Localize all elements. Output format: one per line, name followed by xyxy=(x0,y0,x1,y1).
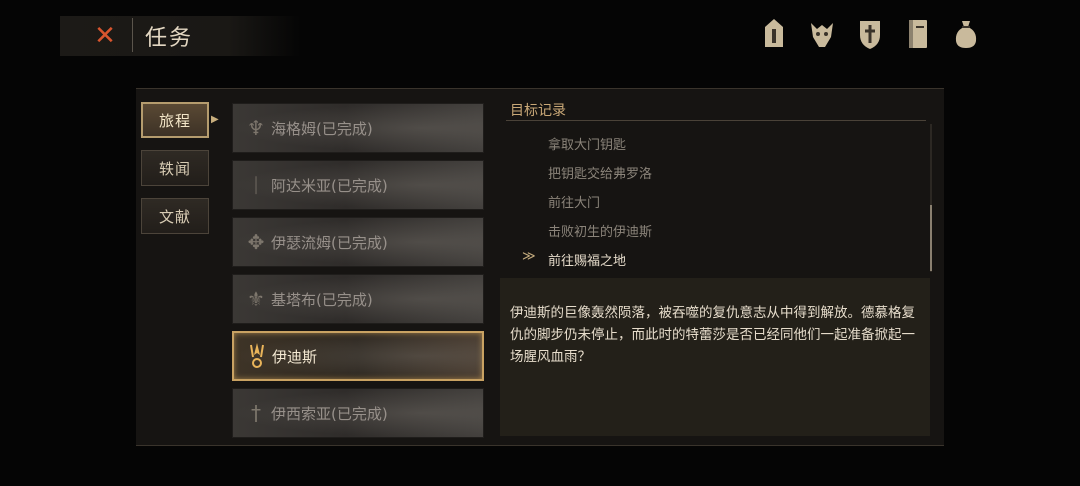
objectives-title: 目标记录 xyxy=(510,103,566,119)
quest-description-box: 伊迪斯的巨像轰然陨落，被吞噬的复仇意志从中得到解放。德慕格复仇的脚步仍未停止，而… xyxy=(500,278,930,436)
page-title: 任务 xyxy=(145,26,194,51)
quest-label: 伊迪斯 xyxy=(272,347,318,366)
top-menu-icons xyxy=(760,16,980,52)
flame-ring-icon xyxy=(242,336,272,376)
close-x-icon: ✕ xyxy=(94,21,116,51)
active-tab-arrow-icon: ▶ xyxy=(211,114,219,125)
tab-label: 文献 xyxy=(158,207,191,226)
winged-axe-icon: ✥ xyxy=(247,230,265,254)
sword-emblem-icon: † xyxy=(251,401,261,425)
shield-emblem-icon[interactable] xyxy=(856,16,884,52)
quest-description: 伊迪斯的巨像轰然陨落，被吞噬的复仇意志从中得到解放。德慕格复仇的脚步仍未停止，而… xyxy=(510,305,915,365)
journal-icon[interactable] xyxy=(904,16,932,52)
beast-skull-icon[interactable] xyxy=(808,16,836,52)
quest-item[interactable]: ♆ 海格姆(已完成) xyxy=(232,103,484,153)
blade-icon: ᛁ xyxy=(250,173,262,197)
quest-item[interactable]: † 伊西索亚(已完成) xyxy=(232,388,484,438)
close-button[interactable]: ✕ xyxy=(88,22,122,50)
objective-item-current: 前往赐福之地 xyxy=(548,254,627,269)
quest-label: 基塔布(已完成) xyxy=(271,290,373,309)
quest-label: 海格姆(已完成) xyxy=(271,119,373,138)
quest-item-selected[interactable]: 伊迪斯 xyxy=(232,331,484,381)
quest-label: 伊瑟流姆(已完成) xyxy=(271,233,388,252)
quest-label: 伊西索亚(已完成) xyxy=(271,404,388,423)
pouch-icon[interactable] xyxy=(952,16,980,52)
current-objective-marker-icon: ≫ xyxy=(522,249,536,264)
tab-anecdotes[interactable]: 轶闻 xyxy=(141,150,209,186)
objective-item: 拿取大门钥匙 xyxy=(548,138,627,153)
header-divider xyxy=(132,18,133,52)
quest-item[interactable]: ⚜ 基塔布(已完成) xyxy=(232,274,484,324)
tab-label: 轶闻 xyxy=(158,159,191,178)
objective-item: 击败初生的伊迪斯 xyxy=(548,225,653,240)
quest-item[interactable]: ᛁ 阿达米亚(已完成) xyxy=(232,160,484,210)
spire-icon: ♆ xyxy=(247,116,265,140)
objectives-divider xyxy=(506,120,926,121)
quest-item[interactable]: ✥ 伊瑟流姆(已完成) xyxy=(232,217,484,267)
tab-label: 旅程 xyxy=(158,111,191,130)
helmet-icon[interactable] xyxy=(760,16,788,52)
objective-item: 前往大门 xyxy=(548,196,601,211)
crest-icon: ⚜ xyxy=(247,287,265,311)
tab-documents[interactable]: 文献 xyxy=(141,198,209,234)
tab-journey[interactable]: 旅程 xyxy=(141,102,209,138)
objectives-scroll-thumb[interactable] xyxy=(930,205,932,271)
quest-label: 阿达米亚(已完成) xyxy=(271,176,388,195)
objective-item: 把钥匙交给弗罗洛 xyxy=(548,167,653,182)
